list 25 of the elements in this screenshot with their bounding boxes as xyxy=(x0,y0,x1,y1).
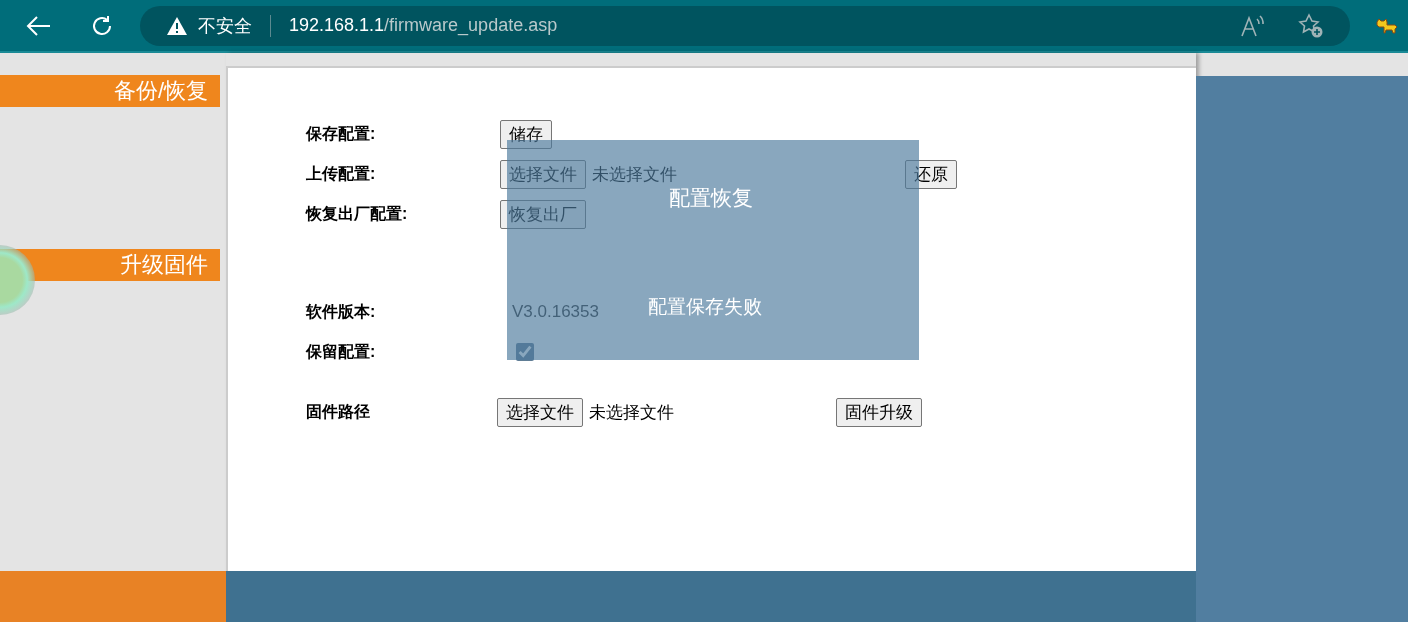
warning-icon xyxy=(166,15,188,36)
reload-icon[interactable] xyxy=(90,13,114,38)
save-button[interactable]: 储存 xyxy=(500,119,552,149)
favorite-add-icon[interactable] xyxy=(1298,12,1324,39)
file-status: 未选择文件 xyxy=(589,401,674,424)
field-label: 上传配置: xyxy=(306,163,377,184)
field-label: 固件路径 xyxy=(306,401,371,422)
address-bar[interactable]: 不安全 192.168.1.1/firmware_update.asp xyxy=(140,5,1350,46)
field-label: 恢复出厂配置: xyxy=(306,203,409,224)
cat-icon[interactable] xyxy=(1376,17,1398,34)
read-aloud-icon[interactable] xyxy=(1240,14,1266,37)
field-label: 软件版本: xyxy=(306,301,377,322)
field-label: 保存配置: xyxy=(306,123,377,144)
field-label: 保留配置: xyxy=(306,341,377,362)
file-status: 未选择文件 xyxy=(592,163,677,186)
security-label: 不安全 xyxy=(198,14,252,38)
keep-config-checkbox[interactable] xyxy=(516,343,534,361)
url-text: 192.168.1.1/firmware_update.asp xyxy=(289,15,558,36)
back-icon[interactable] xyxy=(26,14,52,37)
upgrade-button[interactable]: 固件升级 xyxy=(836,397,922,427)
overlay-message: 配置保存失败 xyxy=(648,295,762,319)
version-text: V3.0.16353 xyxy=(512,302,599,322)
overlay-title: 配置恢复 xyxy=(669,185,753,211)
restore-button[interactable]: 还原 xyxy=(905,159,957,189)
choose-file-button[interactable]: 选择文件 xyxy=(497,397,583,427)
